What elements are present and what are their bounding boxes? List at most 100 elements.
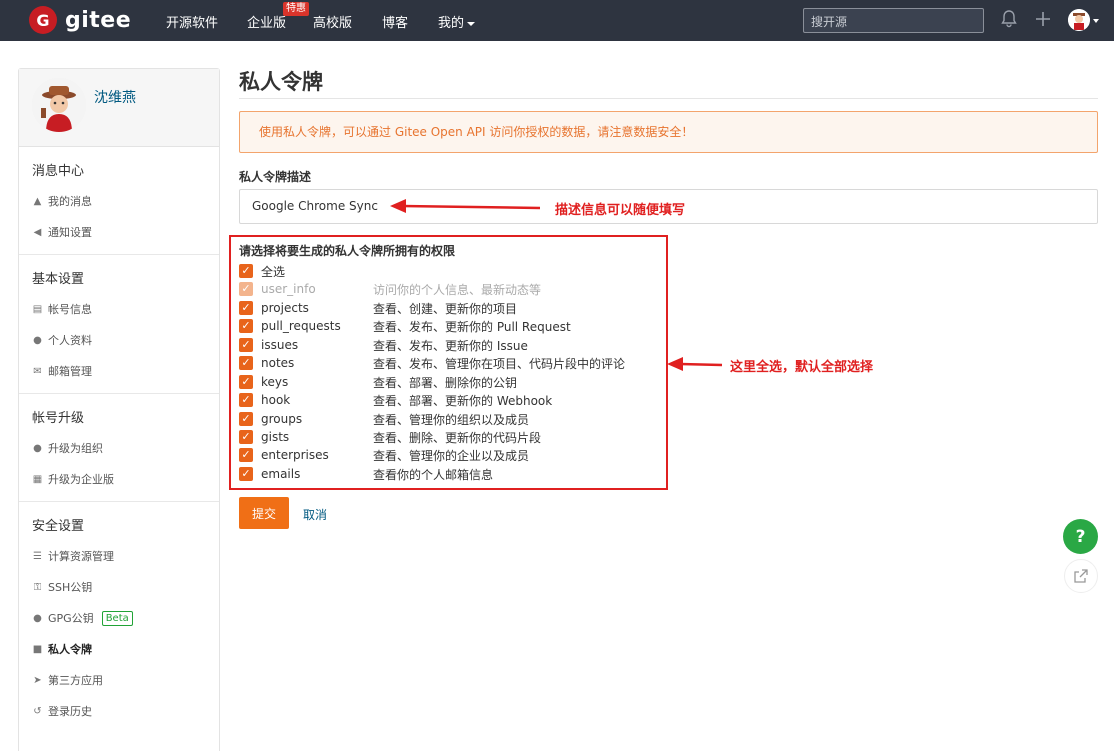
settings-sidebar: 沈维燕 消息中心 ▲ 我的消息 ◀ 通知设置 基本设置 ▤ 帐号信息 ● 个人资料 ✉ 邮… — [18, 68, 220, 751]
permission-name: hook — [261, 393, 291, 407]
permission-row[interactable]: ✓ keys 查看、部署、删除你的公钥 — [239, 373, 517, 391]
nav-mine-label: 我的 — [438, 16, 465, 31]
permission-name: emails — [261, 467, 301, 481]
profile-card: 沈维燕 — [19, 69, 219, 147]
sidebar-item-compute[interactable]: ☰ 计算资源管理 — [32, 541, 219, 572]
sidebar-item-gpg-keys[interactable]: ● GPG公钥 Beta — [32, 603, 219, 634]
sidebar-group-title: 消息中心 — [32, 164, 85, 179]
permission-desc: 查看、发布、更新你的 Issue — [373, 338, 528, 353]
sidebar-item-login-history[interactable]: ↺ 登录历史 — [32, 696, 219, 727]
permission-desc: 查看、发布、更新你的 Pull Request — [373, 319, 571, 334]
submit-button[interactable]: 提交 — [239, 497, 289, 529]
checkbox-checked-icon[interactable]: ✓ — [239, 467, 253, 481]
sidebar-item-ssh-keys[interactable]: ⚿ SSH公钥 — [32, 572, 219, 603]
profile-name[interactable]: 沈维燕 — [94, 87, 136, 107]
permission-desc: 查看、管理你的企业以及成员 — [373, 448, 530, 463]
permission-name: pull_requests — [261, 319, 341, 333]
permission-row[interactable]: ✓ gists 查看、删除、更新你的代码片段 — [239, 428, 541, 446]
checkbox-checked-icon[interactable]: ✓ — [239, 356, 253, 370]
nav-blog[interactable]: 博客 — [382, 12, 408, 31]
checkbox-checked-icon[interactable]: ✓ — [239, 448, 253, 462]
plus-icon[interactable] — [1035, 10, 1051, 33]
title-divider — [239, 98, 1098, 99]
sidebar-item-label: 登录历史 — [48, 705, 92, 718]
sidebar-item-label: 计算资源管理 — [48, 550, 114, 563]
top-navbar: G gitee 开源软件 企业版 特惠 高校版 博客 我的 搜开源 — [0, 0, 1114, 41]
building-icon: ▦ — [32, 474, 43, 485]
sidebar-item-account-info[interactable]: ▤ 帐号信息 — [32, 294, 219, 325]
permission-row[interactable]: ✓ hook 查看、部署、更新你的 Webhook — [239, 391, 552, 409]
sidebar-item-private-tokens[interactable]: ■ 私人令牌 — [32, 634, 219, 665]
permission-row[interactable]: ✓ issues 查看、发布、更新你的 Issue — [239, 336, 528, 354]
sidebar-group-title: 帐号升级 — [32, 411, 85, 426]
sidebar-item-notification-settings[interactable]: ◀ 通知设置 — [32, 217, 219, 248]
users-icon: ● — [33, 443, 42, 454]
sidebar-item-label: 邮箱管理 — [48, 365, 92, 378]
sidebar-group-upgrade: 帐号升级 ● 升级为组织 ▦ 升级为企业版 — [19, 394, 219, 502]
sidebar-item-label: 我的消息 — [48, 195, 92, 208]
sidebar-item-my-messages[interactable]: ▲ 我的消息 — [32, 186, 219, 217]
bell-icon: ▲ — [33, 196, 42, 207]
sidebar-item-upgrade-enterprise[interactable]: ▦ 升级为企业版 — [32, 464, 219, 495]
permission-row[interactable]: ✓ groups 查看、管理你的组织以及成员 — [239, 410, 529, 428]
sidebar-item-upgrade-org[interactable]: ● 升级为组织 — [32, 433, 219, 464]
nav-mine[interactable]: 我的 — [438, 12, 476, 31]
permission-desc: 查看、管理你的组织以及成员 — [373, 412, 530, 427]
annotation-arrow-permissions — [667, 357, 723, 371]
checkbox-checked-icon[interactable]: ✓ — [239, 375, 253, 389]
checkbox-checked-icon[interactable]: ✓ — [239, 319, 253, 333]
checkbox-checked-icon[interactable]: ✓ — [239, 338, 253, 352]
checkbox-checked-icon[interactable]: ✓ — [239, 393, 253, 407]
page-title: 私人令牌 — [239, 70, 323, 94]
checkbox-checked-icon[interactable]: ✓ — [239, 264, 253, 278]
avatar-chevron-down-icon[interactable] — [1093, 19, 1099, 23]
speaker-icon: ◀ — [33, 227, 42, 238]
sidebar-item-email[interactable]: ✉ 邮箱管理 — [32, 356, 219, 387]
bell-icon[interactable] — [1001, 10, 1017, 33]
permission-name: 全选 — [261, 264, 286, 279]
sidebar-item-label: 个人资料 — [48, 334, 92, 347]
permission-row[interactable]: ✓ enterprises 查看、管理你的企业以及成员 — [239, 446, 529, 464]
feedback-button[interactable] — [1064, 559, 1098, 593]
rocket-icon: ➤ — [33, 675, 42, 686]
permission-row[interactable]: ✓ emails 查看你的个人邮箱信息 — [239, 465, 493, 483]
sidebar-item-label: 升级为组织 — [48, 442, 103, 455]
sidebar-group-basic: 基本设置 ▤ 帐号信息 ● 个人资料 ✉ 邮箱管理 — [19, 255, 219, 394]
permission-row[interactable]: ✓ notes 查看、发布、管理你在项目、代码片段中的评论 — [239, 354, 625, 372]
permission-row[interactable]: ✓ projects 查看、创建、更新你的项目 — [239, 299, 517, 317]
sidebar-item-label: 第三方应用 — [48, 674, 103, 687]
permission-name: projects — [261, 301, 309, 315]
checkbox-checked-icon[interactable]: ✓ — [239, 412, 253, 426]
permission-desc: 查看、发布、管理你在项目、代码片段中的评论 — [373, 356, 626, 371]
gitee-logo[interactable]: G gitee — [29, 6, 131, 34]
nav-enterprise[interactable]: 企业版 — [247, 12, 286, 31]
sidebar-group-messages: 消息中心 ▲ 我的消息 ◀ 通知设置 — [19, 147, 219, 255]
key-icon: ⚿ — [33, 582, 42, 593]
sidebar-group-title: 基本设置 — [32, 272, 85, 287]
id-card-icon: ▤ — [32, 304, 43, 315]
search-input[interactable]: 搜开源 — [803, 8, 984, 33]
permission-name: notes — [261, 356, 295, 370]
sidebar-item-label: SSH公钥 — [48, 581, 93, 594]
nav-education[interactable]: 高校版 — [313, 12, 352, 31]
checkbox-checked-icon[interactable]: ✓ — [239, 430, 253, 444]
token-description-label: 私人令牌描述 — [239, 170, 312, 184]
permission-name: user_info — [261, 282, 316, 296]
sidebar-item-label: 通知设置 — [48, 226, 92, 239]
profile-avatar[interactable] — [32, 78, 86, 132]
sidebar-item-profile[interactable]: ● 个人资料 — [32, 325, 219, 356]
help-button[interactable]: ? — [1063, 519, 1098, 554]
permission-select-all[interactable]: ✓ 全选 — [239, 262, 285, 280]
user-avatar[interactable] — [1068, 9, 1090, 31]
checkbox-checked-icon[interactable]: ✓ — [239, 301, 253, 315]
lock-icon: ● — [33, 613, 42, 624]
nav-open-source[interactable]: 开源软件 — [166, 12, 218, 31]
annotation-description-note: 描述信息可以随便填写 — [555, 203, 686, 218]
chevron-down-icon — [467, 21, 476, 26]
sidebar-item-label: 帐号信息 — [48, 303, 92, 316]
sidebar-item-third-party-apps[interactable]: ➤ 第三方应用 — [32, 665, 219, 696]
permission-row[interactable]: ✓ pull_requests 查看、发布、更新你的 Pull Request — [239, 317, 571, 335]
cancel-link[interactable]: 取消 — [303, 506, 327, 523]
permission-name: gists — [261, 430, 290, 444]
token-icon: ■ — [32, 644, 43, 655]
